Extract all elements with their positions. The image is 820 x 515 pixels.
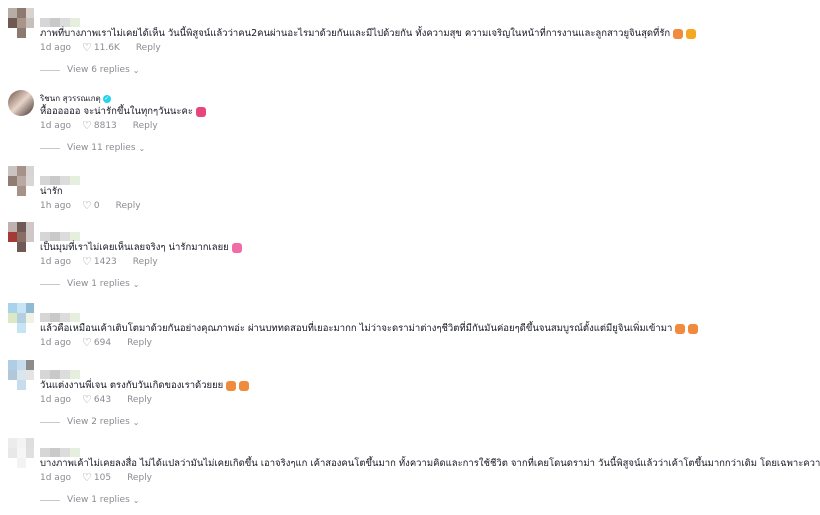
comment-meta: 1d ago ♡ 105 Reply: [40, 471, 152, 484]
timestamp: 1d ago: [40, 120, 72, 131]
heart-icon: ♡: [82, 393, 92, 406]
reply-button[interactable]: Reply: [136, 43, 161, 53]
like-button[interactable]: ♡ 1423: [82, 255, 117, 268]
comment-text: ภาพที่บางภาพเราไม่เคยได้เห็น วันนี้พิสูจ…: [40, 26, 697, 41]
username-blurred[interactable]: [40, 12, 80, 27]
username-blurred[interactable]: [40, 226, 80, 241]
like-button[interactable]: ♡ 8813: [82, 119, 117, 132]
like-button[interactable]: ♡ 694: [82, 336, 111, 349]
heart-icon: ♡: [82, 255, 92, 268]
timestamp: 1d ago: [40, 337, 72, 348]
chevron-down-icon: ⌄: [132, 417, 140, 427]
party-heart-emoji-icon: [688, 323, 699, 334]
party-heart-emoji-icon: [673, 28, 684, 39]
divider: [40, 147, 60, 149]
heart-icon: ♡: [82, 336, 92, 349]
chevron-down-icon: ⌄: [132, 279, 140, 289]
like-count: 0: [93, 200, 100, 211]
like-button[interactable]: ♡ 643: [82, 393, 111, 406]
avatar[interactable]: [8, 360, 34, 390]
like-count: 694: [93, 337, 112, 348]
comment-meta: 1d ago ♡ 643 Reply: [40, 393, 152, 406]
avatar[interactable]: [8, 438, 34, 468]
reply-button[interactable]: Reply: [116, 201, 141, 211]
heart-icon: ♡: [82, 119, 92, 132]
comment-text: น่ารัก: [40, 186, 63, 197]
divider: [40, 421, 60, 423]
comment-text: หื้ออออออ จะน่ารักขึ้นในทุกๆวันนะคะ: [40, 104, 206, 119]
view-replies-button[interactable]: View 2 replies ⌄: [40, 417, 140, 427]
like-button[interactable]: ♡ 11.6K: [82, 41, 120, 54]
comment-meta: 1d ago ♡ 1423 Reply: [40, 255, 158, 268]
grin-emoji-icon: [686, 28, 697, 39]
heart-icon: ♡: [82, 199, 92, 212]
avatar[interactable]: [8, 222, 34, 252]
reply-button[interactable]: Reply: [127, 338, 152, 348]
username-blurred[interactable]: [40, 364, 80, 379]
comment-meta: 1h ago ♡ 0 Reply: [40, 199, 141, 212]
timestamp: 1d ago: [40, 256, 72, 267]
avatar[interactable]: [8, 303, 34, 333]
comment-text: วันแต่งงานพี่เจน ตรงกับวันเกิดของเราด้วย…: [40, 378, 250, 393]
divider: [40, 499, 60, 501]
timestamp: 1d ago: [40, 472, 72, 483]
avatar[interactable]: [8, 90, 34, 116]
heart-icon: ♡: [82, 471, 92, 484]
comment-meta: 1d ago ♡ 11.6K Reply: [40, 41, 161, 54]
timestamp: 1d ago: [40, 394, 72, 405]
divider: [40, 69, 60, 71]
like-count: 1423: [93, 256, 117, 267]
like-button[interactable]: ♡ 105: [82, 471, 111, 484]
view-replies-button[interactable]: View 1 replies ⌄: [40, 495, 140, 505]
avatar[interactable]: [8, 166, 34, 196]
view-replies-button[interactable]: View 11 replies ⌄: [40, 143, 145, 153]
like-count: 105: [93, 472, 112, 483]
reply-button[interactable]: Reply: [133, 121, 158, 131]
timestamp: 1h ago: [40, 200, 72, 211]
avatar[interactable]: [8, 8, 34, 38]
party-heart-emoji-icon: [675, 323, 686, 334]
reply-button[interactable]: Reply: [133, 257, 158, 267]
view-replies-button[interactable]: View 6 replies ⌄: [40, 65, 140, 75]
party-heart-emoji-icon: [239, 380, 250, 391]
verified-badge-icon: ✓: [102, 94, 111, 103]
like-count: 8813: [93, 120, 117, 131]
reply-button[interactable]: Reply: [127, 473, 152, 483]
heart-icon: ♡: [82, 41, 92, 54]
username-blurred[interactable]: [40, 307, 80, 322]
view-replies-button[interactable]: View 1 replies ⌄: [40, 279, 140, 289]
comment-text: เป็นมุมที่เราไม่เคยเห็นเลยจริงๆ น่ารักมา…: [40, 240, 242, 255]
reply-button[interactable]: Reply: [127, 395, 152, 405]
chevron-down-icon: ⌄: [138, 143, 146, 153]
chevron-down-icon: ⌄: [132, 495, 140, 505]
like-count: 11.6K: [93, 42, 120, 53]
two-hearts-emoji-icon: [196, 106, 206, 117]
pink-heart-emoji-icon: [231, 242, 242, 253]
divider: [40, 283, 60, 285]
comment-meta: 1d ago ♡ 8813 Reply: [40, 119, 158, 132]
comment-meta: 1d ago ♡ 694 Reply: [40, 336, 152, 349]
comment-text: บางภาพเค้าไม่เคยลงสื่อ ไม่ได้แปลว่ามันไม…: [40, 458, 820, 469]
like-count: 643: [93, 394, 112, 405]
username-blurred[interactable]: [40, 170, 80, 185]
timestamp: 1d ago: [40, 42, 72, 53]
comment-text: แล้วคือเหมือนเค้าเติบโตมาด้วยกันอย่างคุณ…: [40, 321, 699, 336]
username-blurred[interactable]: [40, 442, 80, 457]
party-heart-emoji-icon: [226, 380, 237, 391]
chevron-down-icon: ⌄: [132, 65, 140, 75]
like-button[interactable]: ♡ 0: [82, 199, 100, 212]
